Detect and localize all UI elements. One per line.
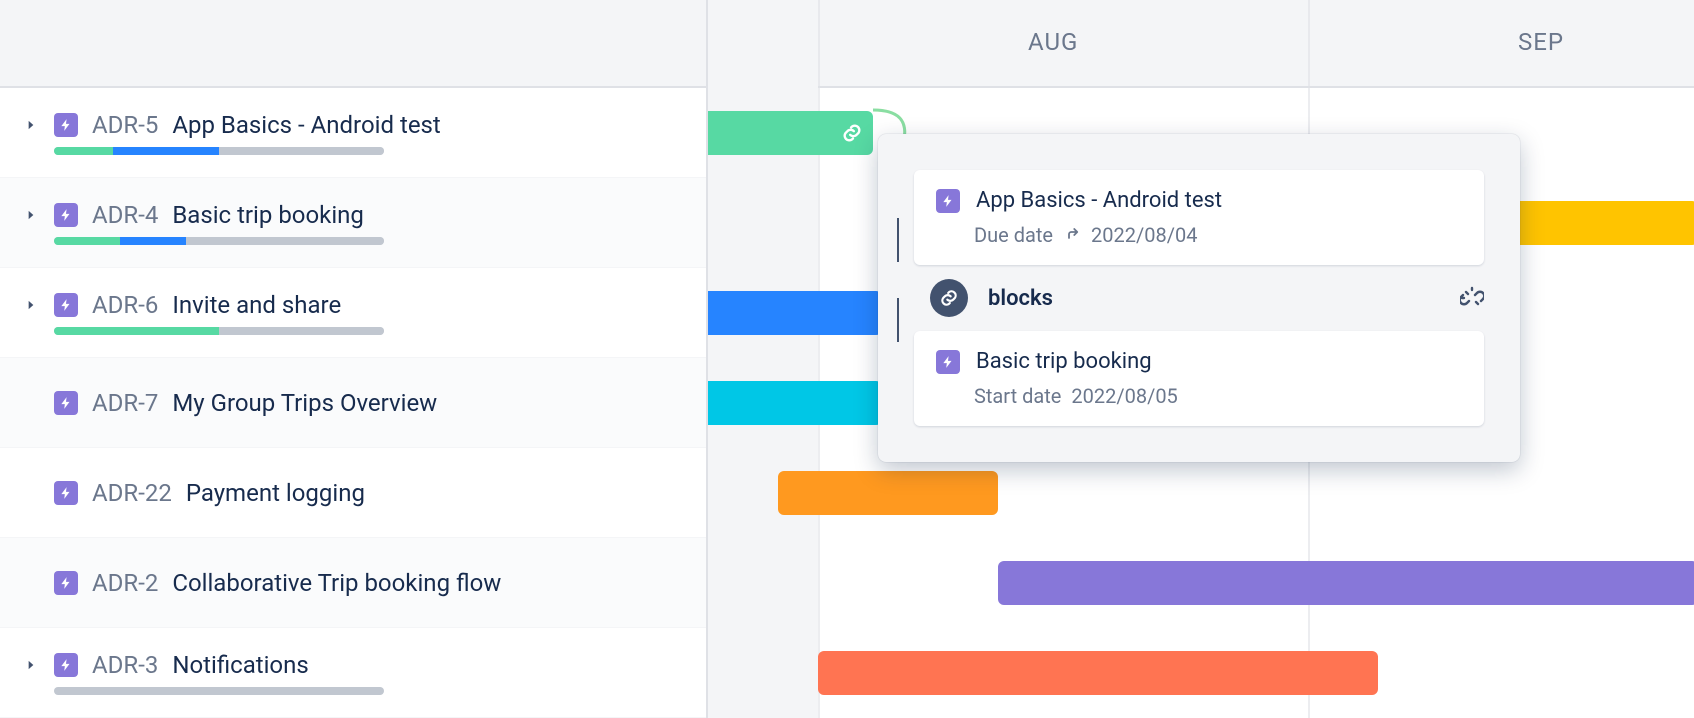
dependency-popover: App Basics - Android test Due date 2022/… xyxy=(878,134,1520,462)
epic-icon xyxy=(936,350,960,374)
grid-line xyxy=(818,0,820,718)
timeline-panel[interactable]: AUG SEP App Basics - Android test xyxy=(708,0,1694,718)
issue-row[interactable]: ADR-4 Basic trip booking xyxy=(0,178,706,268)
timeline-bar[interactable] xyxy=(708,291,882,335)
timeline-bar[interactable] xyxy=(708,111,873,155)
epic-icon xyxy=(54,203,78,227)
issue-title[interactable]: Invite and share xyxy=(172,291,341,319)
due-date-value: 2022/08/04 xyxy=(1091,223,1197,247)
epic-icon xyxy=(936,189,960,213)
start-date-value: 2022/08/05 xyxy=(1071,384,1177,408)
dependency-source-card[interactable]: App Basics - Android test Due date 2022/… xyxy=(914,170,1484,265)
progress-bar xyxy=(54,147,384,155)
expand-chevron-icon[interactable] xyxy=(22,658,40,672)
issue-key[interactable]: ADR-22 xyxy=(92,479,172,507)
issue-list-panel: ADR-5 App Basics - Android test ADR-4 Basic… xyxy=(0,0,708,718)
start-date-label: Start date xyxy=(974,384,1061,408)
expand-chevron-icon[interactable] xyxy=(22,208,40,222)
issue-list-header xyxy=(0,0,706,88)
progress-bar xyxy=(54,687,384,695)
issue-key[interactable]: ADR-3 xyxy=(92,651,158,679)
arrow-turn-icon xyxy=(1063,226,1081,244)
timeline-bar[interactable] xyxy=(708,381,882,425)
issue-rows: ADR-5 App Basics - Android test ADR-4 Basic… xyxy=(0,88,706,718)
epic-icon xyxy=(54,481,78,505)
link-icon xyxy=(930,279,968,317)
issue-key[interactable]: ADR-6 xyxy=(92,291,158,319)
issue-row[interactable]: ADR-2 Collaborative Trip booking flow xyxy=(0,538,706,628)
month-label: SEP xyxy=(1518,28,1564,56)
unlink-button[interactable] xyxy=(1460,286,1484,310)
progress-bar xyxy=(54,237,384,245)
issue-title[interactable]: My Group Trips Overview xyxy=(172,389,437,417)
timeline-bar[interactable] xyxy=(998,561,1694,605)
timeline-bar[interactable] xyxy=(778,471,998,515)
issue-title[interactable]: Collaborative Trip booking flow xyxy=(172,569,501,597)
issue-title[interactable]: Notifications xyxy=(172,651,308,679)
dependency-target-card[interactable]: Basic trip booking Start date 2022/08/05 xyxy=(914,331,1484,426)
source-title: App Basics - Android test xyxy=(976,188,1222,213)
relation-label: blocks xyxy=(988,286,1053,311)
issue-key[interactable]: ADR-5 xyxy=(92,111,158,139)
issue-row[interactable]: ADR-6 Invite and share xyxy=(0,268,706,358)
epic-icon xyxy=(54,113,78,137)
issue-key[interactable]: ADR-4 xyxy=(92,201,158,229)
progress-bar xyxy=(54,327,384,335)
timeline-bar[interactable] xyxy=(818,651,1378,695)
link-icon[interactable] xyxy=(841,122,863,144)
timeline-header: AUG SEP xyxy=(708,0,1694,88)
issue-title[interactable]: Basic trip booking xyxy=(172,201,364,229)
issue-row[interactable]: ADR-3 Notifications xyxy=(0,628,706,718)
issue-key[interactable]: ADR-7 xyxy=(92,389,158,417)
expand-chevron-icon[interactable] xyxy=(22,118,40,132)
due-date-label: Due date xyxy=(974,223,1053,247)
dependency-relation: blocks xyxy=(930,279,1484,317)
past-band xyxy=(708,0,818,718)
roadmap-root: ADR-5 App Basics - Android test ADR-4 Basic… xyxy=(0,0,1694,718)
month-label: AUG xyxy=(1028,28,1078,56)
epic-icon xyxy=(54,653,78,677)
issue-row[interactable]: ADR-22 Payment logging xyxy=(0,448,706,538)
epic-icon xyxy=(54,391,78,415)
expand-chevron-icon[interactable] xyxy=(22,298,40,312)
epic-icon xyxy=(54,571,78,595)
target-title: Basic trip booking xyxy=(976,349,1152,374)
issue-title[interactable]: Payment logging xyxy=(186,479,365,507)
issue-row[interactable]: ADR-5 App Basics - Android test xyxy=(0,88,706,178)
epic-icon xyxy=(54,293,78,317)
issue-title[interactable]: App Basics - Android test xyxy=(172,111,440,139)
issue-key[interactable]: ADR-2 xyxy=(92,569,158,597)
issue-row[interactable]: ADR-7 My Group Trips Overview xyxy=(0,358,706,448)
